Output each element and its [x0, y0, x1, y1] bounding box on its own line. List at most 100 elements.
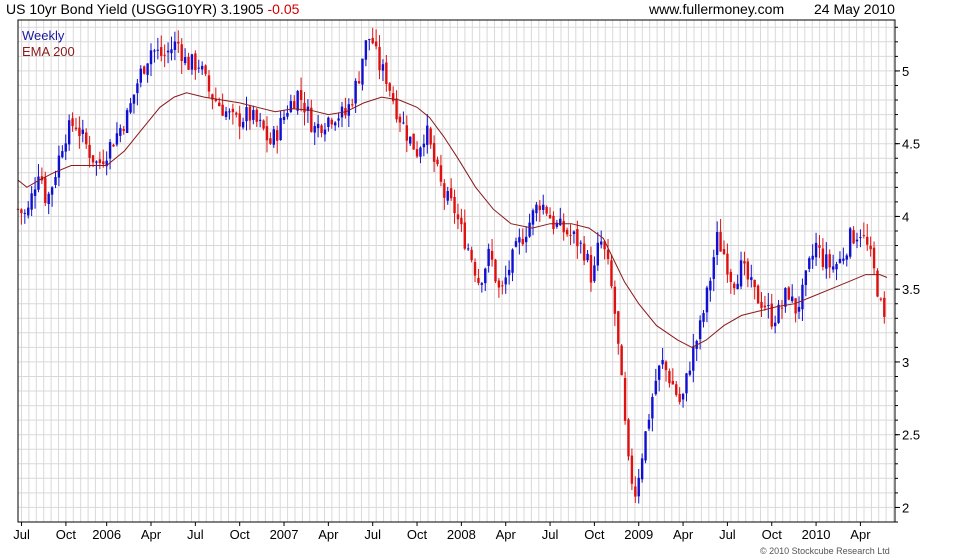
candle-body	[579, 242, 582, 244]
candle-body	[351, 104, 354, 106]
candle-body	[364, 40, 368, 60]
x-tick-label: Jul	[542, 527, 559, 542]
candle-body	[767, 304, 770, 306]
x-tick-label: Oct	[230, 527, 251, 542]
candle-body	[484, 268, 487, 284]
candle-body	[108, 142, 112, 159]
candle-body	[685, 373, 688, 394]
candle-body	[207, 75, 211, 92]
candle-body	[333, 122, 337, 126]
candle-body	[848, 228, 852, 257]
candle-body	[698, 320, 702, 340]
candle-body	[838, 258, 842, 263]
candle-body	[371, 37, 374, 44]
y-tick-label: 5	[902, 64, 909, 79]
candle-body	[265, 126, 269, 141]
candle-body	[705, 287, 709, 313]
candle-body	[170, 49, 173, 54]
candle-body	[258, 119, 262, 121]
candle-body	[600, 241, 603, 245]
candle-body	[460, 217, 463, 225]
candle-body	[630, 455, 634, 484]
candle-body	[797, 306, 801, 312]
candle-body	[122, 128, 125, 131]
candle-body	[194, 53, 197, 71]
candle-body	[490, 250, 494, 260]
candle-body	[310, 107, 313, 132]
candle-body	[623, 377, 627, 421]
candle-body	[866, 236, 869, 245]
candle-body	[528, 222, 531, 237]
candle-body	[190, 54, 194, 70]
candle-body	[654, 380, 657, 395]
candle-body	[589, 255, 593, 283]
candle-body	[473, 262, 477, 276]
candle-body	[71, 118, 74, 127]
candle-body	[166, 50, 170, 53]
candle-body	[617, 311, 620, 344]
candle-body	[385, 62, 388, 85]
candle-body	[494, 259, 497, 282]
candle-body	[712, 257, 715, 279]
candle-body	[548, 214, 552, 219]
candle-body	[446, 191, 449, 201]
candle-body	[722, 249, 726, 255]
candle-body	[862, 235, 866, 237]
candle-body	[572, 231, 576, 234]
candle-body	[818, 245, 821, 248]
candle-body	[688, 370, 692, 375]
candle-body	[54, 176, 57, 186]
x-tick-label: Jul	[187, 527, 204, 542]
candle-body	[316, 123, 320, 129]
candle-body	[859, 237, 862, 239]
candle-body	[436, 159, 439, 165]
candle-body	[449, 188, 453, 199]
candle-body	[357, 81, 361, 84]
candle-body	[804, 270, 808, 286]
candle-body	[422, 143, 426, 148]
candle-body	[702, 312, 705, 322]
candle-body	[709, 280, 712, 291]
candle-body	[252, 110, 255, 120]
candle-body	[872, 247, 876, 269]
candle-body	[610, 260, 613, 287]
candle-body	[368, 39, 371, 41]
candle-body	[37, 176, 40, 190]
candle-body	[228, 111, 231, 113]
candle-body	[177, 41, 180, 44]
candle-body	[255, 109, 258, 122]
x-tick-label: Jul	[364, 527, 381, 542]
y-tick-label: 3	[902, 355, 909, 370]
candle-body	[67, 120, 71, 145]
candle-body	[303, 102, 306, 113]
candle-body	[855, 239, 859, 242]
candle-body	[78, 127, 81, 137]
candle-body	[842, 258, 845, 261]
y-tick-label: 4	[902, 209, 909, 224]
candle-body	[501, 285, 504, 287]
candle-body	[64, 143, 67, 152]
candle-body	[753, 279, 756, 288]
candle-body	[552, 215, 555, 229]
candle-body	[299, 90, 303, 101]
candle-body	[432, 143, 436, 162]
candle-body	[272, 129, 275, 145]
candle-body	[85, 132, 88, 145]
candle-body	[218, 102, 221, 107]
candle-body	[33, 189, 37, 196]
x-tick-label: Oct	[56, 527, 77, 542]
candle-body	[453, 196, 456, 214]
candle-body	[238, 113, 241, 127]
candle-body	[409, 136, 412, 144]
candle-body	[439, 165, 443, 182]
candle-body	[651, 396, 654, 419]
candle-body	[378, 46, 381, 71]
candle-body	[518, 237, 521, 243]
candle-body	[419, 147, 422, 157]
candle-body	[173, 41, 177, 50]
x-tick-label: Oct	[762, 527, 783, 542]
candle-body	[160, 47, 163, 56]
candle-body	[814, 242, 818, 258]
candle-body	[224, 111, 228, 117]
candle-body	[91, 155, 95, 163]
